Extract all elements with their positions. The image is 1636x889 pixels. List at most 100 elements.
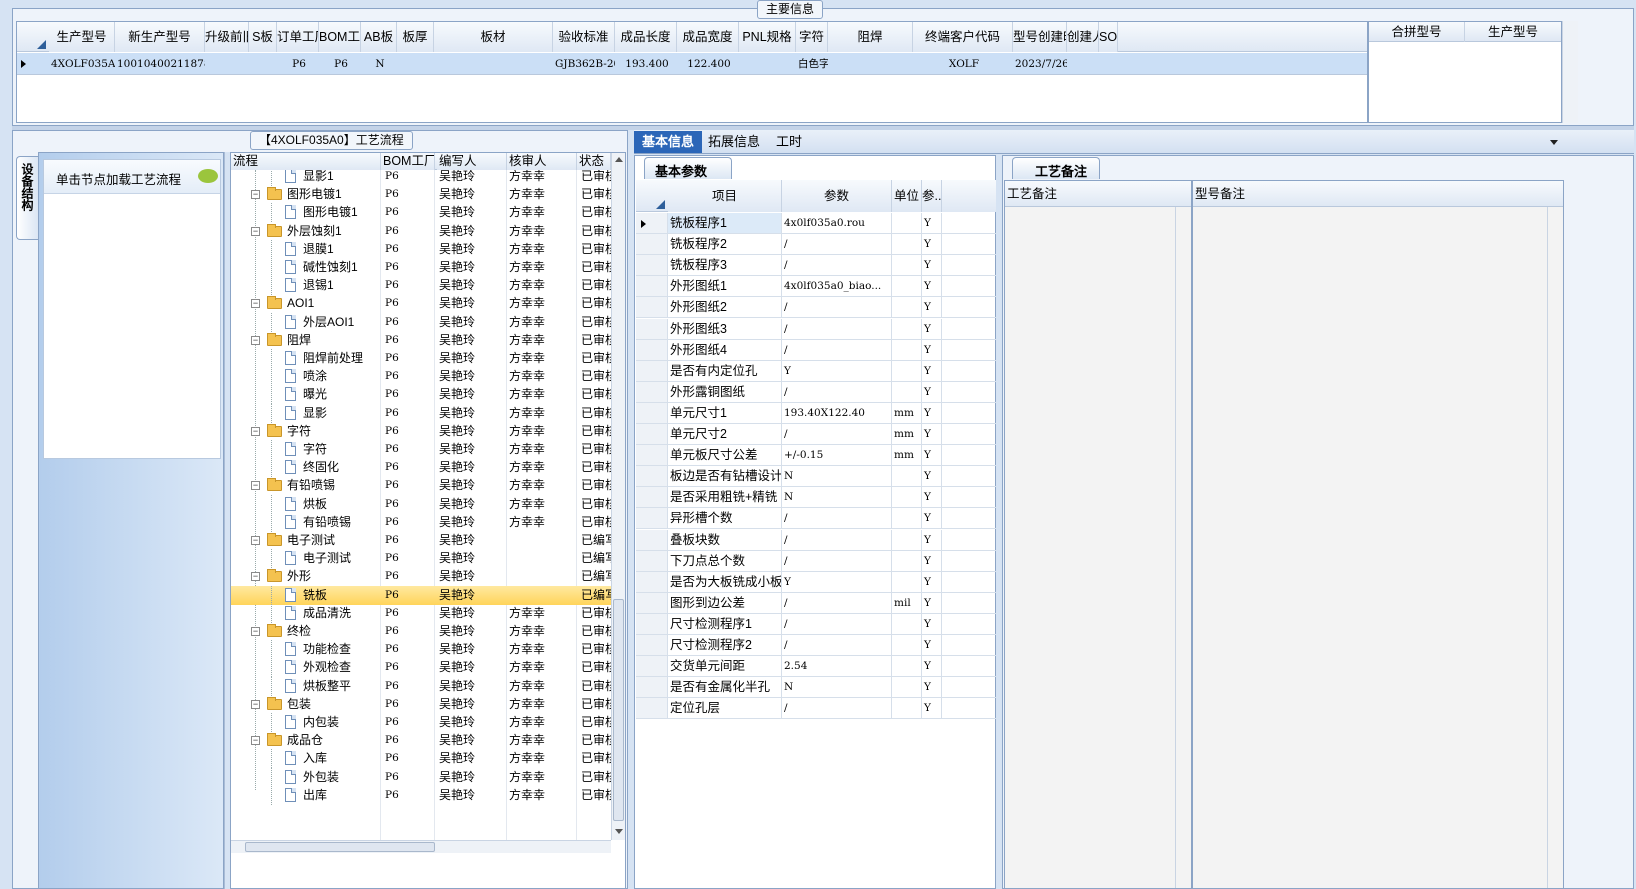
main-col-header[interactable]: AB板 — [361, 22, 397, 52]
param-flag[interactable]: Y — [922, 339, 942, 361]
tree-row[interactable]: − AOI1 P6 吴艳玲 方幸幸 已审核 — [231, 294, 611, 313]
param-value[interactable]: / — [782, 613, 892, 635]
param-value[interactable]: 4x0lf035a0.rou — [782, 213, 892, 234]
tree-col-header[interactable]: 编写人 — [437, 153, 507, 170]
tree-row[interactable]: − 包装 P6 吴艳玲 方幸幸 已审核 — [231, 695, 611, 714]
param-row[interactable]: 图形到边公差 / mil Y — [636, 592, 996, 614]
tree-row[interactable]: 烘板整平 P6 吴艳玲 方幸幸 已审核 — [231, 676, 611, 696]
param-value[interactable]: / — [782, 424, 892, 445]
param-flag[interactable]: Y — [922, 381, 942, 403]
tree-row[interactable]: 烘板 P6 吴艳玲 方幸幸 已审核 — [231, 494, 611, 514]
param-value[interactable]: / — [782, 529, 892, 551]
tree-row[interactable]: 曝光 P6 吴艳玲 方幸幸 已审核 — [231, 385, 611, 405]
tree-row[interactable]: 碱性蚀刻1 P6 吴艳玲 方幸幸 已审核 — [231, 258, 611, 277]
collapse-icon[interactable]: − — [251, 299, 260, 309]
param-row[interactable]: 是否有金属化半孔 N Y — [636, 677, 996, 699]
param-flag[interactable]: Y — [922, 402, 942, 424]
param-value[interactable]: / — [782, 592, 892, 614]
main-col-header[interactable]: 板材 — [434, 22, 553, 52]
param-row[interactable]: 是否为大板铣成小板 Y Y — [636, 571, 996, 593]
tree-row[interactable]: 退膜1 P6 吴艳玲 方幸幸 已审核 — [231, 239, 611, 259]
tree-row[interactable]: 内包装 P6 吴艳玲 方幸幸 已审核 — [231, 713, 611, 732]
param-row[interactable]: 下刀点总个数 / Y — [636, 550, 996, 572]
param-flag[interactable]: Y — [922, 613, 942, 635]
main-col-header[interactable]: 成品宽度 — [677, 22, 739, 52]
params-col-header[interactable]: 项目 — [668, 180, 782, 212]
tree-col-header[interactable]: BOM工厂 — [381, 153, 435, 170]
param-flag[interactable]: Y — [922, 234, 942, 256]
collapse-icon[interactable]: − — [251, 699, 260, 709]
param-flag[interactable]: Y — [922, 698, 942, 720]
param-flag[interactable]: Y — [922, 592, 942, 614]
param-value[interactable]: N — [782, 466, 892, 488]
main-info-cell[interactable] — [1069, 53, 1099, 75]
main-col-header[interactable]: 订单工厂 — [277, 22, 319, 52]
main-info-scrollbar[interactable] — [1562, 21, 1578, 123]
tree-row[interactable]: 外观检查 P6 吴艳玲 方幸幸 已审核 — [231, 658, 611, 678]
param-row[interactable]: 外形图纸1 4x0lf035a0_biao... Y — [636, 276, 996, 298]
param-flag[interactable]: Y — [922, 445, 942, 467]
param-value[interactable]: 4x0lf035a0_biao... — [782, 276, 892, 298]
collapse-icon[interactable]: − — [251, 426, 260, 436]
main-info-cell[interactable]: N — [363, 53, 397, 75]
param-row[interactable]: 尺寸检测程序2/ Y — [636, 635, 996, 656]
param-row[interactable]: 尺寸检测程序1/ Y — [636, 613, 996, 635]
tree-row[interactable]: 显影 P6 吴艳玲 方幸幸 已审核 — [231, 403, 611, 423]
main-col-header[interactable]: 新生产型号 — [115, 22, 205, 52]
tree-row[interactable]: − 阻焊 P6 吴艳玲 方幸幸 已审核 — [231, 331, 611, 350]
main-info-row[interactable]: 4XOLF035A010010400211878P6P6NGJB362B-200… — [17, 53, 1367, 75]
tree-col-header[interactable]: 状态 — [577, 153, 611, 170]
main-col-header[interactable]: 终端客户代码 — [913, 22, 1013, 52]
tab-basic-info[interactable]: 基本信息 — [634, 131, 703, 153]
main-info-cell[interactable]: 193.400 — [617, 53, 677, 75]
main-info-cell[interactable] — [830, 53, 913, 75]
param-value[interactable]: N — [782, 677, 892, 699]
main-info-cell[interactable]: 122.400 — [679, 53, 739, 75]
hint-header[interactable]: 单击节点加载工艺流程 — [44, 160, 220, 194]
param-value[interactable]: Y — [782, 360, 892, 382]
tree-row[interactable]: 入库 P6 吴艳玲 方幸幸 已审核 — [231, 749, 611, 769]
tree-row[interactable]: − 电子测试 P6 吴艳玲 已编写 — [231, 531, 611, 550]
param-value[interactable]: 2.54 — [782, 656, 892, 678]
param-row[interactable]: 定位孔层 / Y — [636, 698, 996, 720]
scroll-down-icon[interactable] — [615, 829, 623, 834]
merge-col-combined[interactable]: 合拼型号 — [1369, 22, 1465, 42]
collapse-icon[interactable]: − — [251, 572, 260, 582]
main-col-header[interactable]: 阻焊 — [828, 22, 913, 52]
collapse-icon[interactable]: − — [251, 335, 260, 345]
param-flag[interactable]: Y — [922, 571, 942, 593]
process-note-scrollbar[interactable] — [1175, 207, 1191, 888]
tree-row[interactable]: − 外形 P6 吴艳玲 已编写 — [231, 567, 611, 586]
main-info-cell[interactable]: 4XOLF035A0 — [51, 53, 115, 75]
collapse-icon[interactable]: − — [251, 736, 260, 746]
tree-row[interactable]: 外层AOI1 P6 吴艳玲 方幸幸 已审核 — [231, 312, 611, 332]
param-row[interactable]: 铣板程序3/ Y — [636, 255, 996, 277]
tree-row[interactable]: − 有铅喷锡 P6 吴艳玲 方幸幸 已审核 — [231, 476, 611, 495]
tab-work-hours[interactable]: 工时 — [768, 131, 810, 153]
tree-col-header[interactable]: 流程 — [231, 153, 381, 170]
process-flow-vscroll[interactable] — [611, 153, 625, 840]
tree-col-header[interactable]: 核审人 — [507, 153, 577, 170]
remarks-tab[interactable]: 工艺备注 — [1012, 157, 1100, 179]
main-info-cell[interactable]: GJB362B-2009 — [555, 53, 615, 75]
param-row[interactable]: 外形露铜图纸 / Y — [636, 381, 996, 403]
collapse-icon[interactable]: − — [251, 536, 260, 545]
main-col-header[interactable]: 型号创建时间 — [1013, 22, 1067, 52]
param-flag[interactable]: Y — [922, 466, 942, 488]
tree-row[interactable]: 显影1 P6 吴艳玲 方幸幸 已审核 — [231, 170, 611, 186]
param-flag[interactable]: Y — [922, 487, 942, 509]
process-note-box[interactable]: 工艺备注 — [1004, 180, 1192, 889]
param-row[interactable]: 交货单元间距 2.54 Y — [636, 656, 996, 678]
main-info-cell[interactable]: 2023/7/26 — [1015, 53, 1067, 75]
scroll-up-icon[interactable] — [615, 157, 623, 162]
param-flag[interactable]: Y — [922, 635, 942, 656]
main-col-header[interactable]: 成品长度 — [615, 22, 677, 52]
param-value[interactable]: 193.40X122.40 — [782, 402, 892, 424]
param-row[interactable]: 叠板块数 / Y — [636, 529, 996, 551]
param-value[interactable]: Y — [782, 571, 892, 593]
tree-row[interactable]: 阻焊前处理 P6 吴艳玲 方幸幸 已审核 — [231, 349, 611, 368]
param-value[interactable]: / — [782, 297, 892, 319]
param-flag[interactable]: Y — [922, 297, 942, 319]
tab-extended-info[interactable]: 拓展信息 — [700, 131, 768, 153]
hscroll-thumb[interactable] — [245, 842, 435, 852]
